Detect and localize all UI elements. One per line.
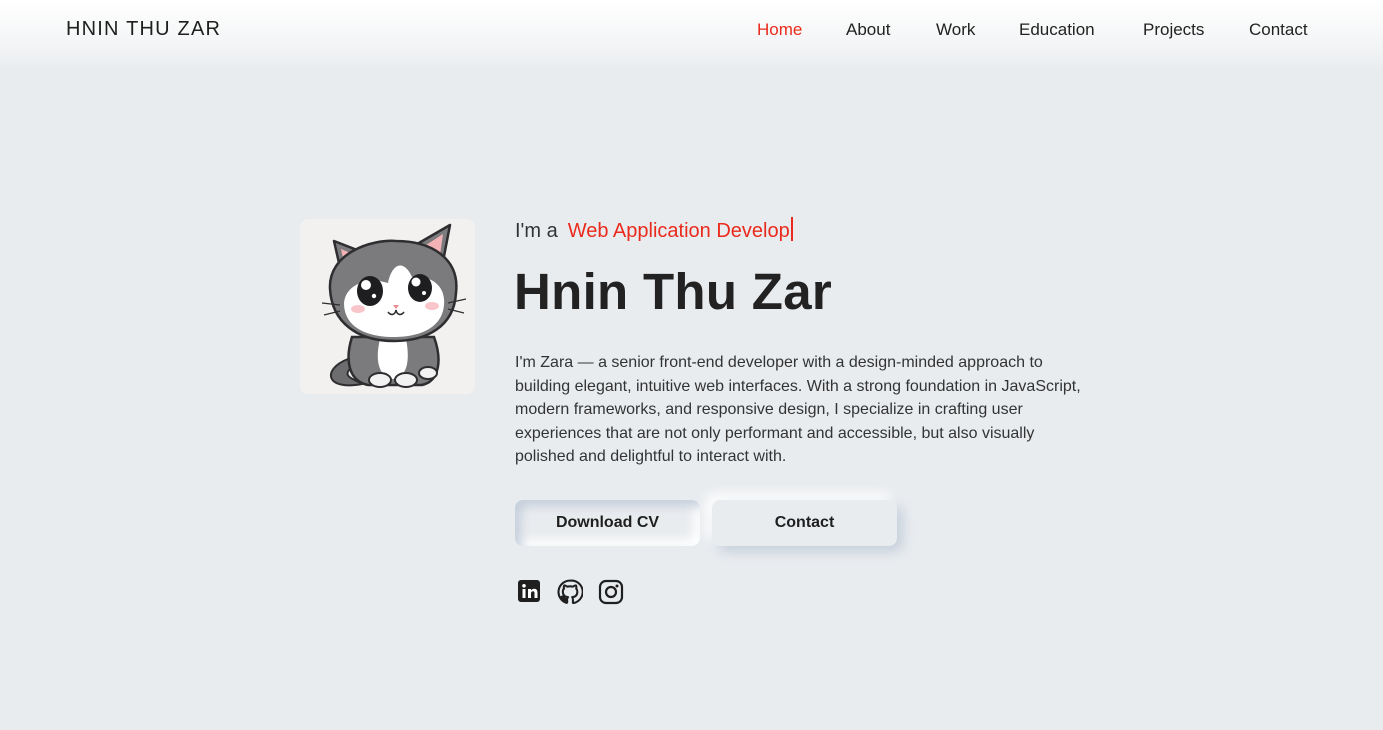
instagram-icon[interactable]: [598, 579, 624, 605]
linkedin-icon[interactable]: [517, 579, 543, 605]
avatar: [300, 219, 475, 394]
contact-button[interactable]: Contact: [712, 500, 897, 546]
navbar: HNIN THU ZAR Home About Work Education P…: [0, 0, 1383, 70]
intro-prefix: I'm a: [515, 220, 558, 242]
nav-contact[interactable]: Contact: [1249, 20, 1308, 40]
typed-role: Web Application Develop: [567, 220, 790, 242]
github-icon[interactable]: [557, 579, 584, 605]
intro-line: I'm a Web Application Develop: [515, 217, 793, 243]
bio-text: I'm Zara — a senior front-end developer …: [515, 354, 1081, 465]
nav-home[interactable]: Home: [757, 20, 802, 40]
page-title: Hnin Thu Zar: [514, 263, 833, 320]
cat-avatar-image: [321, 223, 467, 388]
nav-education[interactable]: Education: [1019, 20, 1095, 40]
nav-about[interactable]: About: [846, 20, 890, 40]
nav-work[interactable]: Work: [936, 20, 975, 40]
nav-projects[interactable]: Projects: [1143, 20, 1204, 40]
typing-caret: [790, 217, 793, 241]
nav-links: Home About Work Education Projects Conta…: [0, 20, 1383, 44]
download-cv-button[interactable]: Download CV: [515, 500, 700, 546]
